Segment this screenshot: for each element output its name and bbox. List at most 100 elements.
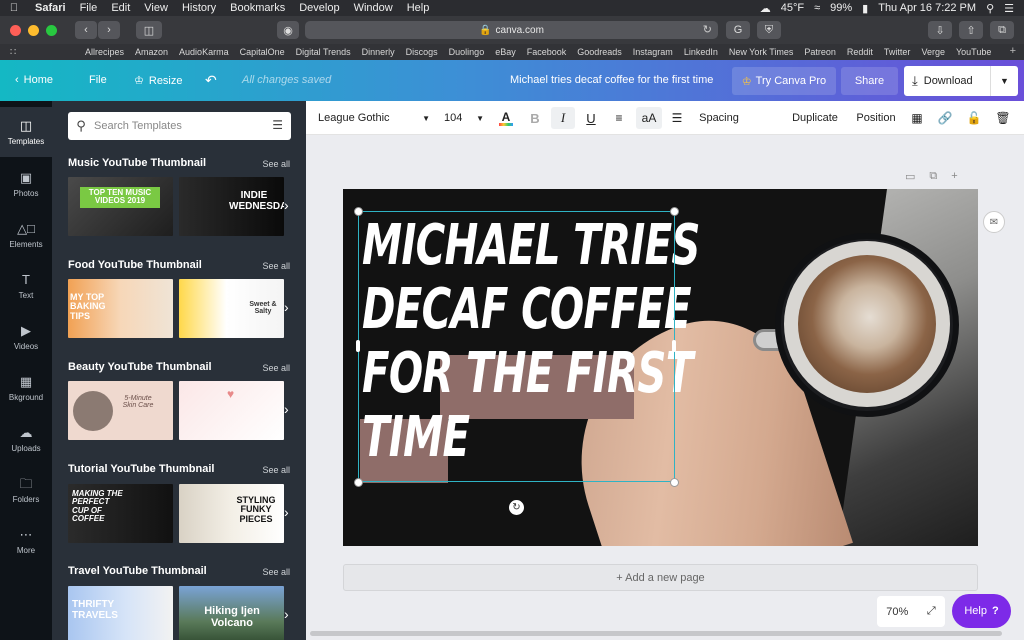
menu-develop[interactable]: Develop [292, 2, 346, 14]
apple-icon[interactable]:  [0, 2, 28, 14]
try-pro-button[interactable]: ♔ Try Canva Pro [732, 67, 836, 95]
template-thumb[interactable]: MAKING THE PERFECT CUP OF COFFEE [68, 484, 173, 543]
chevron-right-icon[interactable]: › [284, 197, 289, 213]
italic-button[interactable]: I [551, 107, 575, 129]
add-page-button[interactable]: + Add a new page [343, 564, 978, 591]
close-window-icon[interactable] [10, 24, 21, 36]
underline-button[interactable]: U [582, 101, 600, 135]
bookmark-item[interactable]: Goodreads [577, 47, 622, 57]
menu-help[interactable]: Help [400, 2, 437, 14]
weather-icon[interactable]: ☁ [760, 2, 771, 15]
rail-photos[interactable]: ▣ Photos [0, 159, 52, 209]
bookmark-item[interactable]: Discogs [406, 47, 438, 57]
document-title[interactable]: Michael tries decaf coffee for the first… [510, 74, 713, 86]
see-all-link[interactable]: See all [262, 159, 290, 169]
bookmark-item[interactable]: Instagram [633, 47, 673, 57]
address-bar[interactable]: 🔒 canva.com ↻ [305, 21, 718, 39]
trash-icon[interactable]: 🗑 [994, 101, 1012, 135]
filter-icon[interactable]: ☰ [272, 118, 283, 132]
battery-icon[interactable]: ▮ [862, 2, 868, 15]
see-all-link[interactable]: See all [262, 363, 290, 373]
privacy-report-icon[interactable]: ◉ [277, 21, 299, 39]
share-sheet-icon[interactable]: ⇧ [959, 21, 983, 39]
text-color-button[interactable]: A [496, 101, 516, 135]
rail-templates[interactable]: ◫ Templates [0, 107, 52, 157]
shield-extension-icon[interactable]: ⛨ [757, 21, 781, 39]
template-thumb[interactable]: 5-Minute Skin Care [68, 381, 173, 440]
sidebar-toggle-icon[interactable]: ◫ [136, 21, 162, 39]
back-icon[interactable]: ‹ [75, 21, 97, 39]
bookmark-item[interactable]: Duolingo [449, 47, 485, 57]
align-left-icon[interactable]: ≡ [610, 101, 628, 135]
download-button[interactable]: ⤓ Download ▼ [904, 66, 1018, 96]
tabs-overview-icon[interactable]: ⧉ [990, 21, 1014, 39]
help-button[interactable]: Help ? [952, 594, 1011, 628]
chevron-right-icon[interactable]: › [284, 504, 289, 520]
bookmark-item[interactable]: Allrecipes [85, 47, 124, 57]
undo-icon[interactable]: ↶ [205, 72, 217, 89]
lock-icon[interactable]: 🔓 [965, 101, 983, 135]
position-button[interactable]: Position [854, 101, 898, 135]
forward-icon[interactable]: › [98, 21, 120, 39]
letter-case-button[interactable]: aA [636, 107, 662, 129]
duplicate-button[interactable]: Duplicate [790, 101, 840, 135]
file-menu-button[interactable]: File [89, 74, 107, 86]
resize-button[interactable]: ♔ Resize [134, 74, 183, 88]
menu-file[interactable]: File [73, 2, 105, 14]
spotlight-icon[interactable]: ⚲ [986, 2, 994, 15]
reload-icon[interactable]: ↻ [703, 23, 712, 36]
resize-handle[interactable] [354, 478, 363, 487]
top-sites-grid-icon[interactable]: ∷ [10, 47, 24, 58]
page-notes-icon[interactable]: ▭ [905, 170, 915, 183]
chevron-right-icon[interactable]: › [284, 401, 289, 417]
bookmark-item[interactable]: YouTube [956, 47, 991, 57]
grammarly-extension-icon[interactable]: G [726, 21, 750, 39]
share-button[interactable]: Share [841, 67, 898, 95]
bookmark-item[interactable]: Twitter [884, 47, 911, 57]
zoom-control[interactable]: 70% ⤢ [877, 596, 945, 627]
comment-icon[interactable]: ✉ [983, 211, 1005, 233]
rail-videos[interactable]: ▶ Videos [0, 312, 52, 362]
rail-elements[interactable]: △□ Elements [0, 210, 52, 260]
resize-handle[interactable] [672, 340, 676, 352]
new-tab-icon[interactable]: + [1010, 45, 1016, 57]
download-main[interactable]: ⤓ Download [904, 73, 990, 89]
menu-window[interactable]: Window [347, 2, 400, 14]
rail-folders[interactable]: 🗀 Folders [0, 465, 52, 515]
menu-edit[interactable]: Edit [104, 2, 137, 14]
minimize-window-icon[interactable] [28, 24, 39, 36]
template-thumb[interactable]: Sweet & Salty [179, 279, 284, 338]
downloads-icon[interactable]: ⇩ [928, 21, 952, 39]
rail-text[interactable]: T Text [0, 261, 52, 311]
menu-app[interactable]: Safari [28, 2, 73, 14]
bookmark-item[interactable]: Digital Trends [296, 47, 351, 57]
fullscreen-icon[interactable]: ⤢ [927, 605, 936, 618]
bookmark-item[interactable]: AudioKarma [179, 47, 229, 57]
link-icon[interactable]: 🔗 [936, 101, 954, 135]
transparency-icon[interactable]: ▦ [908, 101, 926, 135]
wifi-icon[interactable]: ≈ [814, 2, 820, 14]
search-templates[interactable]: ⚲ Search Templates ☰ [68, 112, 291, 140]
battery-level[interactable]: 99% [830, 2, 852, 14]
home-button[interactable]: ‹ Home [15, 74, 53, 86]
template-thumb[interactable]: ♥ [179, 381, 284, 440]
menu-history[interactable]: History [175, 2, 223, 14]
see-all-link[interactable]: See all [262, 261, 290, 271]
bookmark-item[interactable]: Facebook [527, 47, 567, 57]
rail-more[interactable]: ⋯ More [0, 516, 52, 566]
list-icon[interactable]: ☰ [668, 101, 686, 135]
datetime[interactable]: Thu Apr 16 7:22 PM [878, 2, 976, 14]
chevron-down-icon[interactable]: ▼ [990, 66, 1018, 96]
menu-bookmarks[interactable]: Bookmarks [223, 2, 292, 14]
resize-handle[interactable] [356, 340, 360, 352]
zoom-level[interactable]: 70% [886, 606, 908, 618]
template-thumb[interactable]: MY TOP BAKING TIPS [68, 279, 173, 338]
bookmark-item[interactable]: New York Times [729, 47, 794, 57]
template-thumb[interactable]: THRIFTY TRAVELS [68, 586, 173, 640]
font-size-select[interactable]: 104 ▼ [444, 101, 484, 135]
font-family-select[interactable]: League Gothic ▼ [318, 101, 430, 135]
resize-handle[interactable] [670, 207, 679, 216]
spacing-button[interactable]: Spacing [697, 101, 741, 135]
resize-handle[interactable] [354, 207, 363, 216]
bookmark-item[interactable]: Dinnerly [362, 47, 395, 57]
